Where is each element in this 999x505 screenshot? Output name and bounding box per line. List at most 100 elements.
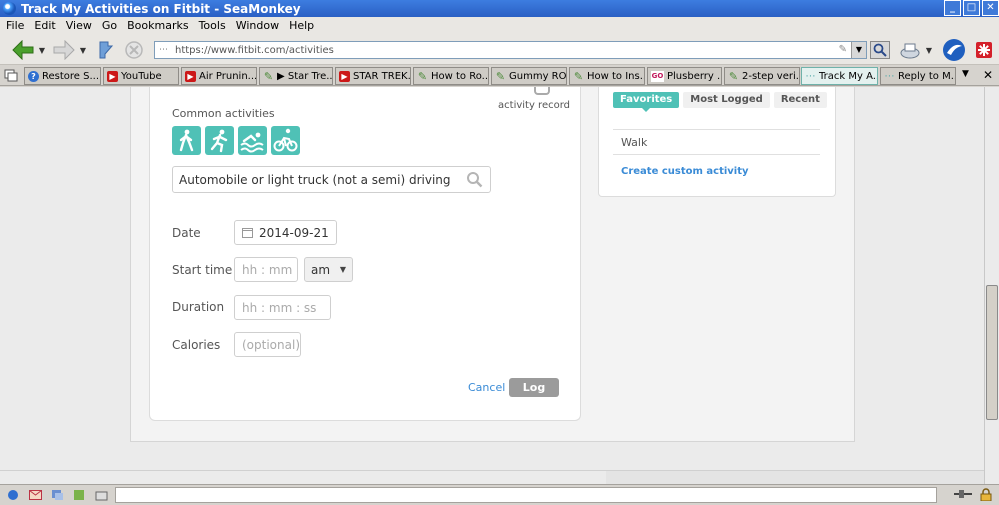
seamonkey-button[interactable] xyxy=(941,39,967,61)
tab-restore-session[interactable]: ? Restore S... xyxy=(24,67,101,85)
close-tab-icon[interactable]: ✕ xyxy=(983,68,993,82)
menu-window[interactable]: Window xyxy=(236,19,279,32)
vertical-scrollbar[interactable] xyxy=(984,87,999,484)
calendar-icon[interactable] xyxy=(242,227,253,238)
search-icon xyxy=(873,43,887,57)
composer-icon[interactable] xyxy=(72,489,86,501)
back-history-dropdown[interactable]: ▼ xyxy=(38,39,46,61)
browser-icon[interactable] xyxy=(6,489,20,501)
menu-view[interactable]: View xyxy=(66,19,92,32)
horizontal-scrollbar[interactable] xyxy=(0,470,984,484)
start-time-placeholder: hh : mm xyxy=(242,262,293,277)
tab-list-icon[interactable] xyxy=(4,69,18,82)
stop-button[interactable] xyxy=(123,39,145,61)
ampm-select[interactable]: am ▼ xyxy=(304,257,353,282)
help-icon: ? xyxy=(28,70,39,82)
close-window-button[interactable]: ✕ xyxy=(982,0,999,16)
youtube-icon: ▶ xyxy=(339,70,350,82)
status-bar xyxy=(0,484,999,505)
tab-list-dropdown[interactable]: ▼ xyxy=(962,69,969,79)
addon-icon xyxy=(976,42,992,58)
edit-pen-icon: ✎ xyxy=(838,44,847,55)
maximize-button[interactable]: □ xyxy=(963,0,980,16)
walk-activity-button[interactable] xyxy=(172,126,201,155)
tab-how-to-ins[interactable]: ✎ How to Ins... xyxy=(569,67,645,85)
favorites-panel: Favorites Most Logged Recent Walk Create… xyxy=(598,87,836,197)
duration-input[interactable]: hh : mm : ss xyxy=(234,295,331,320)
swim-activity-button[interactable] xyxy=(238,126,267,155)
tab-2-step-verification[interactable]: ✎ 2-step veri... xyxy=(724,67,800,85)
activity-record-link[interactable]: activity record xyxy=(498,100,570,111)
url-history-dropdown[interactable]: ▼ xyxy=(851,42,866,58)
menu-file[interactable]: File xyxy=(6,19,24,32)
mail-dropdown[interactable]: ▼ xyxy=(925,39,933,61)
forward-icon xyxy=(53,40,75,60)
menu-tools[interactable]: Tools xyxy=(199,19,226,32)
tab-star-trek-2[interactable]: ▶ STAR TREK... xyxy=(335,67,411,85)
activity-filter-tabs: Favorites Most Logged Recent xyxy=(613,92,831,112)
address-book-icon[interactable] xyxy=(94,489,108,501)
youtube-icon: ▶ xyxy=(185,70,196,82)
tab-track-my-activities[interactable]: ⋯ Track My A... xyxy=(801,67,878,85)
site-identity-icon[interactable]: ⋯ xyxy=(159,45,171,55)
activity-record-icon[interactable] xyxy=(534,87,550,95)
tab-air-pruning[interactable]: ▶ Air Prunin... xyxy=(181,67,257,85)
mail-icon[interactable] xyxy=(28,489,42,501)
url-bar[interactable]: ⋯ https://www.fitbit.com/activities ✎ ▼ xyxy=(154,41,867,59)
divider xyxy=(613,129,820,130)
menu-edit[interactable]: Edit xyxy=(34,19,55,32)
create-custom-activity-link[interactable]: Create custom activity xyxy=(621,166,749,177)
horizontal-scroll-thumb[interactable] xyxy=(606,471,984,484)
minimize-button[interactable]: _ xyxy=(944,0,961,16)
window-title-bar: Track My Activities on Fitbit - SeaMonke… xyxy=(0,0,999,17)
mail-toolbar-button[interactable] xyxy=(898,39,922,61)
duration-placeholder: hh : mm : ss xyxy=(242,300,317,315)
activity-search-input[interactable]: Automobile or light truck (not a semi) d… xyxy=(172,166,491,193)
tab-star-trek-1[interactable]: ✎ ▶ Star Tre... xyxy=(259,67,333,85)
reload-icon xyxy=(99,41,114,59)
forward-button[interactable] xyxy=(52,39,76,61)
menu-bar: File Edit View Go Bookmarks Tools Window… xyxy=(0,17,999,33)
mail-icon xyxy=(900,43,920,59)
chat-icon[interactable] xyxy=(50,489,64,501)
swim-icon xyxy=(240,132,264,153)
back-button[interactable] xyxy=(10,39,36,61)
url-text[interactable]: https://www.fitbit.com/activities xyxy=(175,45,334,56)
run-icon xyxy=(210,129,228,153)
addon-button[interactable] xyxy=(974,39,994,61)
menu-bookmarks[interactable]: Bookmarks xyxy=(127,19,188,32)
lock-icon[interactable] xyxy=(979,487,993,501)
divider xyxy=(613,154,820,155)
menu-help[interactable]: Help xyxy=(289,19,314,32)
tab-favorites[interactable]: Favorites xyxy=(613,92,680,112)
reload-button[interactable] xyxy=(94,39,116,61)
search-button[interactable] xyxy=(870,41,890,59)
favorite-item-walk[interactable]: Walk xyxy=(621,136,647,149)
start-time-input[interactable]: hh : mm xyxy=(234,257,298,282)
vertical-scroll-thumb[interactable] xyxy=(986,285,998,420)
bike-activity-button[interactable] xyxy=(271,126,300,155)
tab-recent[interactable]: Recent xyxy=(773,92,827,108)
window-title: Track My Activities on Fitbit - SeaMonke… xyxy=(21,1,301,16)
log-button[interactable]: Log xyxy=(509,378,559,397)
paperclip-icon: ✎ xyxy=(573,69,584,83)
tab-youtube[interactable]: ▶ YouTube xyxy=(103,67,179,85)
ampm-value[interactable]: am xyxy=(311,263,330,277)
tab-plusberry[interactable]: GO Plusberry ... xyxy=(647,67,722,85)
forward-history-dropdown[interactable]: ▼ xyxy=(79,39,87,61)
activity-search-value[interactable]: Automobile or light truck (not a semi) d… xyxy=(179,173,451,187)
calories-input[interactable]: (optional) xyxy=(234,332,301,357)
common-activities-label: Common activities xyxy=(172,107,275,120)
tab-how-to-ro[interactable]: ✎ How to Ro... xyxy=(413,67,489,85)
tab-reply-to[interactable]: ⋯ Reply to M... xyxy=(880,67,956,85)
search-icon[interactable] xyxy=(466,171,483,188)
menu-go[interactable]: Go xyxy=(102,19,117,32)
date-value[interactable]: 2014-09-21 xyxy=(259,226,329,240)
tab-gummy-rom[interactable]: ✎ Gummy RO... xyxy=(491,67,567,85)
run-activity-button[interactable] xyxy=(205,126,234,155)
online-status-icon[interactable] xyxy=(953,488,973,500)
cancel-button[interactable]: Cancel xyxy=(468,381,505,394)
date-field[interactable]: 2014-09-21 xyxy=(234,220,337,245)
tab-most-logged[interactable]: Most Logged xyxy=(683,92,770,108)
tab-bar: ? Restore S... ▶ YouTube ▶ Air Prunin...… xyxy=(0,66,999,86)
